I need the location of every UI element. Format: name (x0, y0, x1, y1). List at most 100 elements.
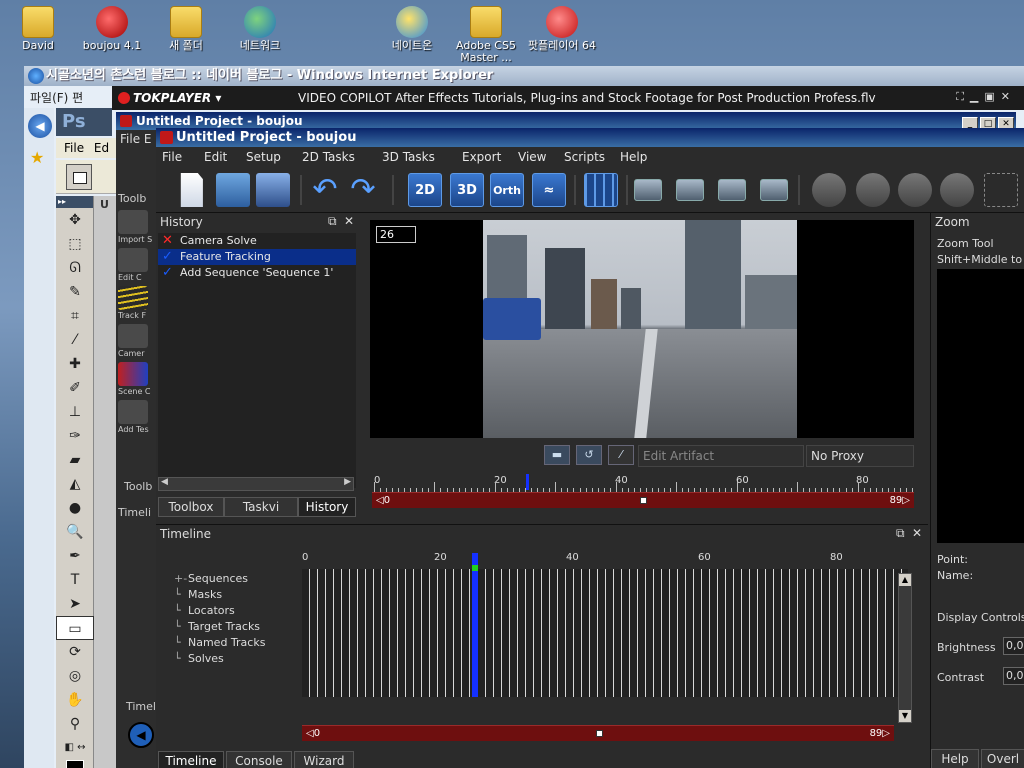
paint-bucket-icon[interactable]: ◭ (56, 472, 94, 496)
rectangle-shape-icon[interactable]: ▭ (56, 616, 94, 640)
foreground-color-swatch[interactable] (56, 760, 94, 768)
save-icon[interactable] (256, 173, 290, 207)
stamp-tool-icon[interactable]: ⊥ (56, 400, 94, 424)
tab-wizard[interactable]: Wizard (294, 751, 354, 768)
redo-icon[interactable]: ↷ (346, 173, 380, 207)
menu-export[interactable]: Export (462, 150, 501, 164)
tree-node-named-tracks[interactable]: └ Named Tracks (166, 635, 306, 651)
view-orth-button[interactable]: Orth (490, 173, 524, 207)
menu-3d-tasks[interactable]: 3D Tasks (382, 150, 435, 164)
contrast-input[interactable]: 0,0 (1003, 667, 1024, 685)
ie-menu[interactable]: 파일(F) 편 (24, 88, 124, 108)
desktop-icon-new-folder[interactable]: 새 폴더 (148, 6, 224, 52)
edit-artifact-field[interactable]: Edit Artifact (638, 445, 804, 467)
tokplayer-window-controls[interactable]: ⛶▁▣✕ (956, 90, 1016, 104)
move-tool-icon[interactable]: ✥ (56, 208, 94, 232)
desktop-icon-david[interactable]: David (0, 6, 76, 52)
path-select-icon[interactable]: ➤ (56, 592, 94, 616)
new-document-icon[interactable] (180, 173, 203, 207)
import-sequence-tool[interactable]: Import S (118, 210, 154, 244)
brush-tool-icon[interactable]: ✐ (56, 376, 94, 400)
blur-tool-icon[interactable]: ● (56, 496, 94, 520)
float-panel-icon[interactable]: ⧉ (328, 214, 337, 229)
expand-icon[interactable]: +- (174, 571, 187, 587)
boujou-back-toolbox-tab[interactable]: Toolb (124, 480, 152, 493)
history-brush-icon[interactable]: ✑ (56, 424, 94, 448)
grid-view-icon[interactable] (584, 173, 618, 207)
menu-setup[interactable]: Setup (246, 150, 281, 164)
tree-node-target-tracks[interactable]: └ Target Tracks (166, 619, 306, 635)
menu-help[interactable]: Help (620, 150, 647, 164)
add-test-tool[interactable]: Add Tes (118, 400, 154, 434)
scroll-up-icon[interactable]: ▲ (899, 574, 911, 586)
eyedropper-tool-icon[interactable]: ⁄ (56, 328, 94, 352)
viewer-frame-ruler[interactable]: 0 20 40 60 80 (374, 474, 913, 492)
refresh-icon[interactable]: ↺ (576, 445, 602, 465)
track-features-tool[interactable]: Track F (118, 286, 154, 320)
back-arrow-icon[interactable]: ◀ (28, 114, 52, 138)
tab-console[interactable]: Console (226, 751, 292, 768)
scrub-handle[interactable] (640, 497, 647, 504)
scroll-left-icon[interactable]: ◀ (161, 477, 168, 487)
ps-menu-file[interactable]: File (64, 141, 84, 155)
menu-file[interactable]: File (162, 150, 182, 164)
timeline-current-frame-marker[interactable] (472, 553, 478, 697)
tab-toolbox[interactable]: Toolbox (158, 497, 224, 517)
history-item[interactable]: ✓ Add Sequence 'Sequence 1' (158, 265, 356, 281)
scene-tool[interactable]: Scene C (118, 362, 154, 396)
eraser-tool-icon[interactable]: ▰ (56, 448, 94, 472)
overlay-tab[interactable]: Overl (981, 749, 1024, 768)
tokplayer-titlebar[interactable]: TOKPLAYER ▾ VIDEO COPILOT After Effects … (112, 86, 1024, 110)
play-back-icon[interactable]: ◀ (128, 722, 154, 748)
quad-view-icon[interactable] (760, 179, 788, 201)
orbit-tool-icon[interactable] (940, 173, 974, 207)
history-horizontal-scrollbar[interactable]: ◀ ▶ (158, 477, 354, 491)
lasso-tool-icon[interactable]: ᘏ (56, 256, 94, 280)
zoom-tool-icon[interactable]: ⚲ (56, 712, 94, 736)
camera-tool-icon[interactable] (812, 173, 846, 207)
desktop-icon-network[interactable]: 네트워크 (222, 6, 298, 52)
history-item[interactable]: ✕ Camera Solve (158, 233, 356, 249)
ie-window-titlebar[interactable]: 시골소년의 촌스런 블로그 :: 네이버 블로그 - Windows Inter… (24, 66, 1024, 86)
menu-edit[interactable]: Edit (204, 150, 227, 164)
desktop-icon-adobe-cs5[interactable]: Adobe CS5 Master ... (448, 6, 524, 64)
boujou-back-timeline-tab[interactable]: Timel (126, 700, 156, 713)
crop-tool-icon[interactable]: ⌗ (56, 304, 94, 328)
desktop-icon-nateon[interactable]: 네이트온 (374, 6, 450, 52)
horizontal-view-icon[interactable] (718, 179, 746, 201)
tree-node-sequences[interactable]: +- Sequences (166, 571, 306, 587)
menu-scripts[interactable]: Scripts (564, 150, 605, 164)
healing-brush-icon[interactable]: ✚ (56, 352, 94, 376)
tree-node-locators[interactable]: └ Locators (166, 603, 306, 619)
tab-history[interactable]: History (298, 497, 356, 517)
tokplayer-logo[interactable]: TOKPLAYER ▾ (118, 91, 221, 105)
scroll-right-icon[interactable]: ▶ (344, 477, 351, 487)
timeline-frame-scrubber[interactable]: ◁0 89▷ (302, 725, 894, 741)
close-panel-icon[interactable]: ✕ (912, 526, 922, 540)
single-view-icon[interactable] (634, 179, 662, 201)
rectangle-tool-preset-icon[interactable] (66, 164, 92, 190)
viewer-frame-scrubber[interactable]: ◁0 89▷ (372, 492, 914, 508)
dodge-tool-icon[interactable]: 🔍 (56, 520, 94, 544)
graph-view-icon[interactable]: ≈ (532, 173, 566, 207)
swap-colors-icon[interactable]: ◧ ↔ (56, 736, 94, 760)
desktop-icon-boujou[interactable]: boujou 4.1 (74, 6, 150, 52)
tab-taskview[interactable]: Taskvi (224, 497, 298, 517)
open-folder-icon[interactable] (216, 173, 250, 207)
help-tab[interactable]: Help (931, 749, 979, 768)
frame-select-icon[interactable] (984, 173, 1018, 207)
timeline-ruler[interactable]: 0 20 40 60 80 (302, 552, 898, 569)
desktop-icon-potplayer[interactable]: 팟플레이어 64 (524, 6, 600, 52)
tab-timeline[interactable]: Timeline (158, 751, 224, 768)
zoom-view[interactable] (937, 269, 1024, 543)
3d-rotate-icon[interactable]: ⟳ (56, 640, 94, 664)
dual-view-icon[interactable] (676, 179, 704, 201)
marquee-tool-icon[interactable]: ⬚ (56, 232, 94, 256)
edit-camera-tool[interactable]: Edit C (118, 248, 154, 282)
track-camera-icon[interactable] (856, 173, 890, 207)
quick-select-tool-icon[interactable]: ✎ (56, 280, 94, 304)
menu-2d-tasks[interactable]: 2D Tasks (302, 150, 355, 164)
history-item-selected[interactable]: ✓ Feature Tracking (158, 249, 356, 265)
locator-tool-icon[interactable] (898, 173, 932, 207)
menu-view[interactable]: View (518, 150, 546, 164)
